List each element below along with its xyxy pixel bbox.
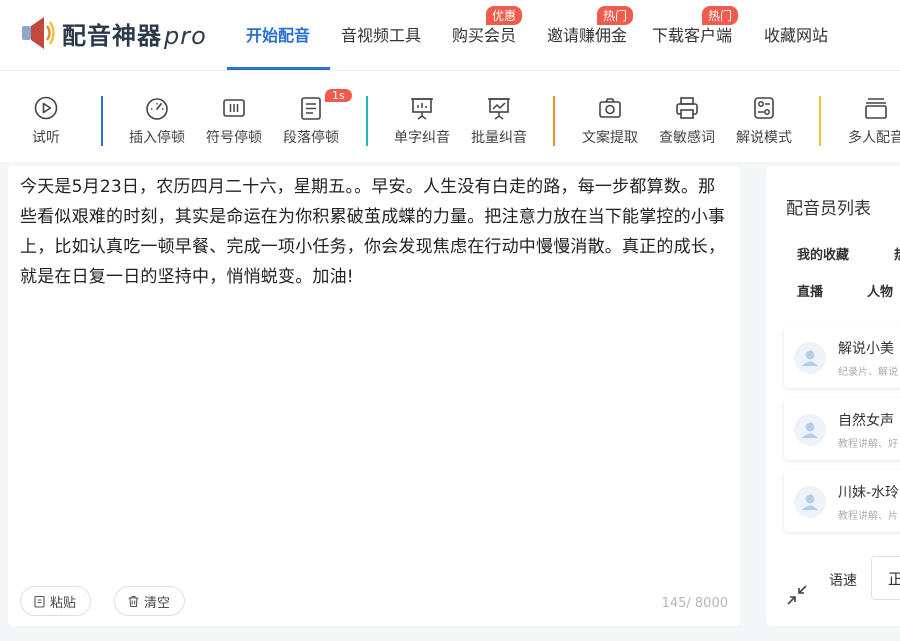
speaker-logo-icon [22, 17, 55, 49]
pause-duration-badge: 1s [325, 89, 352, 102]
clear-label: 清空 [144, 595, 171, 611]
character-count: 145/ 8000 [661, 596, 728, 611]
nav-bookmark-site[interactable]: 收藏网站 [764, 22, 828, 46]
nav-av-tools[interactable]: 音视频工具 [341, 22, 421, 46]
voice-card[interactable]: 解说小美 纪录片、解说 [784, 326, 900, 388]
paste-button[interactable]: 粘贴 [20, 586, 92, 616]
camera-icon [599, 98, 621, 118]
voice-name: 自然女声 [838, 413, 894, 429]
settings-panel-icon [754, 97, 774, 119]
insert-pause-label: 插入停顿 [129, 130, 185, 146]
preview-button[interactable]: 试听 [6, 95, 86, 147]
multi-voice-icon [865, 98, 887, 119]
timer-icon [146, 98, 168, 120]
category-hot[interactable]: 热 [894, 244, 900, 263]
nav-buy-membership-label: 购买会员 [452, 26, 517, 45]
batch-correct-icon [488, 98, 510, 120]
symbol-pause-label: 符号停顿 [206, 130, 262, 146]
user-icon [802, 494, 818, 510]
app-logo[interactable]: 配音神器pro [20, 14, 207, 52]
voice-card[interactable]: 自然女声 教程讲解、好 [784, 398, 900, 460]
trash-icon [128, 595, 139, 607]
multi-voice-label: 多人配音 [848, 130, 900, 146]
category-characters[interactable]: 人物 [867, 281, 893, 300]
play-icon [34, 96, 58, 120]
text-editor[interactable]: 今天是5月23日，农历四月二十六，星期五。。早安。人生没有白走的路，每一步都算数… [8, 166, 740, 626]
toolbar-separator [101, 96, 103, 146]
voice-name: 川妹-水玲 [838, 485, 900, 501]
clipboard-icon [34, 595, 45, 608]
discount-badge: 优惠 [486, 6, 523, 25]
toolbar-separator [366, 96, 368, 146]
symbol-pause-icon [223, 99, 245, 117]
voice-card[interactable]: 川妹-水玲 教程讲解、片 [784, 470, 900, 532]
nav-start-dubbing[interactable]: 开始配音 [246, 22, 310, 46]
nav-download-client[interactable]: 下载客户端 热门 [652, 6, 739, 46]
paragraph-pause-icon [301, 97, 321, 120]
toolbar-separator [819, 96, 821, 146]
printer-icon [676, 97, 698, 119]
user-icon [802, 350, 818, 366]
avatar [794, 486, 826, 518]
voice-tags: 教程讲解、片 [838, 511, 898, 522]
nav-download-label: 下载客户端 [652, 26, 733, 45]
panel-title: 配音员列表 [786, 199, 871, 219]
voice-actor-panel: 配音员列表 我的收藏 热 直播 人物 解说小美 纪录片、解说 自然女声 教程讲解… [766, 166, 900, 626]
multi-voice-button[interactable]: 多人配音 [836, 95, 900, 147]
hot-badge: 热门 [702, 6, 739, 25]
voice-tags: 教程讲解、好 [838, 439, 898, 450]
paragraph-pause-button[interactable]: 段落停顿 1s [271, 89, 352, 147]
hot-badge: 热门 [597, 6, 634, 25]
sensitive-words-button[interactable]: 查敏感词 [647, 95, 727, 147]
nav-invite-commission[interactable]: 邀请赚佣金 热门 [547, 6, 634, 46]
toolbar-separator [553, 96, 555, 146]
single-correct-button[interactable]: 单字纠音 [382, 95, 462, 147]
clear-button[interactable]: 清空 [114, 586, 186, 616]
nav-invite-label: 邀请赚佣金 [547, 26, 628, 45]
top-nav: 配音神器pro 开始配音 音视频工具 购买会员 优惠 邀请赚佣金 热门 下载客户… [0, 0, 900, 70]
single-correct-label: 单字纠音 [394, 130, 450, 146]
category-favorites[interactable]: 我的收藏 [797, 244, 849, 263]
speed-select[interactable]: 正 [871, 556, 900, 600]
text-extract-label: 文案提取 [582, 130, 638, 146]
insert-pause-button[interactable]: 插入停顿 [117, 95, 197, 147]
text-extract-button[interactable]: 文案提取 [570, 95, 650, 147]
single-correct-icon [411, 98, 433, 120]
batch-correct-button[interactable]: 批量纠音 [459, 95, 539, 147]
category-live[interactable]: 直播 [797, 281, 823, 300]
paragraph-pause-label: 段落停顿 [283, 130, 339, 146]
app-name-suffix: pro [164, 21, 207, 50]
narration-mode-label: 解说模式 [736, 130, 792, 146]
avatar [794, 342, 826, 374]
voice-name: 解说小美 [838, 341, 894, 357]
app-name: 配音神器 [62, 21, 162, 50]
avatar [794, 414, 826, 446]
paste-label: 粘贴 [50, 595, 77, 611]
speed-label: 语速 [829, 573, 857, 589]
symbol-pause-button[interactable]: 符号停顿 [194, 95, 274, 147]
user-icon [802, 422, 818, 438]
batch-correct-label: 批量纠音 [471, 130, 527, 146]
collapse-icon[interactable] [786, 584, 808, 606]
preview-label: 试听 [32, 130, 60, 146]
script-text[interactable]: 今天是5月23日，农历四月二十六，星期五。。早安。人生没有白走的路，每一步都算数… [20, 172, 730, 292]
editor-toolbar: 试听 插入停顿 符号停顿 段落停顿 1s 单字纠音 批量纠音 文案提取 查敏感词… [0, 70, 900, 162]
voice-tags: 纪录片、解说 [838, 367, 898, 378]
nav-buy-membership[interactable]: 购买会员 优惠 [452, 6, 523, 46]
narration-mode-button[interactable]: 解说模式 [724, 95, 804, 147]
sensitive-words-label: 查敏感词 [659, 130, 715, 146]
